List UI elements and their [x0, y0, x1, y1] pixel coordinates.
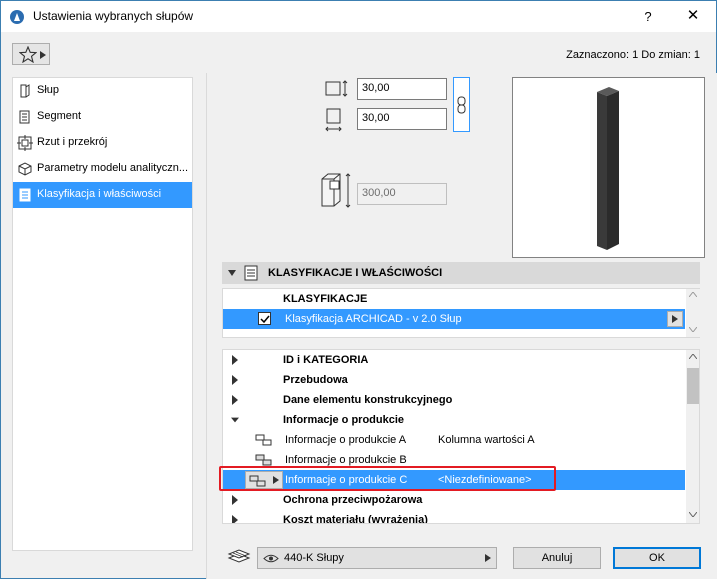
favorites-button[interactable]: [12, 43, 50, 65]
linked-property-icon: [255, 454, 272, 466]
sidebar-item-label: Segment: [37, 110, 82, 122]
sidebar-item-floor-plan-section[interactable]: Rzut i przekrój: [13, 130, 192, 156]
close-button[interactable]: ✕: [681, 5, 705, 27]
classification-icon: [19, 188, 31, 202]
settings-sidebar: Słup Segment Rzut i przekrój Parametry m…: [12, 77, 193, 551]
link-proportions-toggle[interactable]: [453, 77, 470, 132]
floor-plan-section-icon: [17, 135, 33, 151]
segment-icon: [19, 110, 30, 124]
depth-dimension-icon: [325, 108, 342, 132]
property-group-row[interactable]: ID i KATEGORIA: [223, 350, 685, 370]
property-group-label: Dane elementu konstrukcyjnego: [283, 394, 453, 406]
highlight-annotation-box: [219, 466, 556, 491]
classifications-panel: KLASYFIKACJE Klasyfikacja ARCHICAD - v 2…: [222, 288, 700, 338]
ok-button[interactable]: OK: [613, 547, 701, 569]
linked-property-icon: [255, 434, 272, 446]
cancel-button[interactable]: Anuluj: [513, 547, 601, 569]
height-dimension-icon: [321, 173, 351, 208]
depth-field[interactable]: 30,00: [357, 108, 447, 130]
title-bar: Ustawienia wybranych słupów ? ✕: [1, 1, 716, 32]
scroll-down-icon: [689, 327, 697, 332]
layer-dropdown[interactable]: 440-K Słupy: [257, 547, 497, 569]
property-group-row[interactable]: Przebudowa: [223, 370, 685, 390]
collapse-arrow-icon: [228, 270, 236, 276]
property-group-label: ID i KATEGORIA: [283, 354, 369, 366]
eye-icon: [263, 554, 279, 563]
sidebar-item-segment[interactable]: Segment: [13, 104, 192, 130]
archicad-app-icon: [10, 10, 24, 24]
triangle-right-icon: [485, 554, 491, 562]
classification-label: Klasyfikacja ARCHICAD - v 2.0 Słup: [285, 313, 462, 325]
layers-icon: [227, 549, 251, 563]
sidebar-item-label: Parametry modelu analityczn...: [37, 162, 189, 174]
scrollbar-thumb[interactable]: [687, 368, 699, 404]
selection-count: Zaznaczono: 1 Do zmian: 1: [566, 49, 700, 61]
triangle-right-icon: [672, 315, 678, 323]
width-field[interactable]: 30,00: [357, 78, 447, 100]
expand-arrow-icon: [232, 495, 238, 505]
property-group-label: Przebudowa: [283, 374, 348, 386]
sidebar-item-classification[interactable]: Klasyfikacja i właściwości: [13, 182, 192, 208]
help-button[interactable]: ?: [636, 7, 660, 27]
property-group-row[interactable]: Ochrona przeciwpożarowa: [223, 490, 685, 510]
sidebar-item-label: Rzut i przekrój: [37, 136, 108, 148]
property-name: Informacje o produkcie B: [285, 454, 407, 466]
sidebar-item-label: Słup: [37, 84, 60, 96]
properties-scrollbar[interactable]: [686, 350, 699, 523]
property-value[interactable]: Kolumna wartości A: [438, 434, 535, 446]
scroll-up-icon: [689, 354, 697, 359]
property-name: Informacje o produkcie A: [285, 434, 407, 446]
classification-picker-button[interactable]: [667, 311, 683, 327]
height-field[interactable]: 300,00: [357, 183, 447, 205]
collapse-arrow-icon: [231, 417, 239, 423]
star-icon: [19, 46, 37, 63]
property-group-label: Informacje o produkcie: [283, 414, 405, 426]
sidebar-item-analytical-model[interactable]: Parametry modelu analityczn...: [13, 156, 192, 182]
property-row[interactable]: Informacje o produkcie A Kolumna wartośc…: [223, 430, 685, 450]
width-dimension-icon: [325, 80, 348, 97]
window-title: Ustawienia wybranych słupów: [33, 9, 194, 23]
classification-row[interactable]: Klasyfikacja ARCHICAD - v 2.0 Słup: [223, 309, 685, 329]
scroll-up-icon: [689, 292, 697, 297]
expand-arrow-icon: [232, 375, 238, 385]
sidebar-item-label: Klasyfikacja i właściwości: [37, 188, 162, 200]
check-icon: [260, 315, 270, 324]
classification-checkbox[interactable]: [258, 312, 271, 325]
analytical-model-icon: [18, 162, 32, 176]
property-group-row[interactable]: Koszt materiału (wyrażenia): [223, 510, 685, 524]
properties-panel: ID i KATEGORIA Przebudowa Dane elementu …: [222, 349, 700, 524]
triangle-right-icon: [40, 51, 46, 59]
expand-arrow-icon: [232, 355, 238, 365]
column-3d-preview: [512, 77, 705, 258]
property-group-label: Koszt materiału (wyrażenia): [283, 514, 428, 524]
expand-arrow-icon: [232, 515, 238, 523]
property-group-label: Ochrona przeciwpożarowa: [283, 494, 423, 506]
classifications-header: KLASYFIKACJE: [283, 293, 368, 305]
section-title: KLASYFIKACJE I WŁAŚCIWOŚCI: [268, 267, 443, 279]
column-preview-image: [597, 87, 619, 250]
scroll-down-icon: [689, 512, 697, 517]
property-group-row[interactable]: Informacje o produkcie: [223, 410, 685, 430]
property-group-row[interactable]: Dane elementu konstrukcyjnego: [223, 390, 685, 410]
classification-icon: [244, 265, 258, 281]
sidebar-item-column[interactable]: Słup: [13, 78, 192, 104]
dialog-window: Ustawienia wybranych słupów ? ✕ Zaznaczo…: [0, 0, 717, 579]
classifications-scrollbar[interactable]: [686, 289, 700, 337]
chain-link-icon: [457, 96, 466, 114]
expand-arrow-icon: [232, 395, 238, 405]
layer-name: 440-K Słupy: [284, 552, 344, 564]
classification-section-header[interactable]: KLASYFIKACJE I WŁAŚCIWOŚCI: [222, 262, 700, 284]
column-icon: [20, 84, 30, 98]
